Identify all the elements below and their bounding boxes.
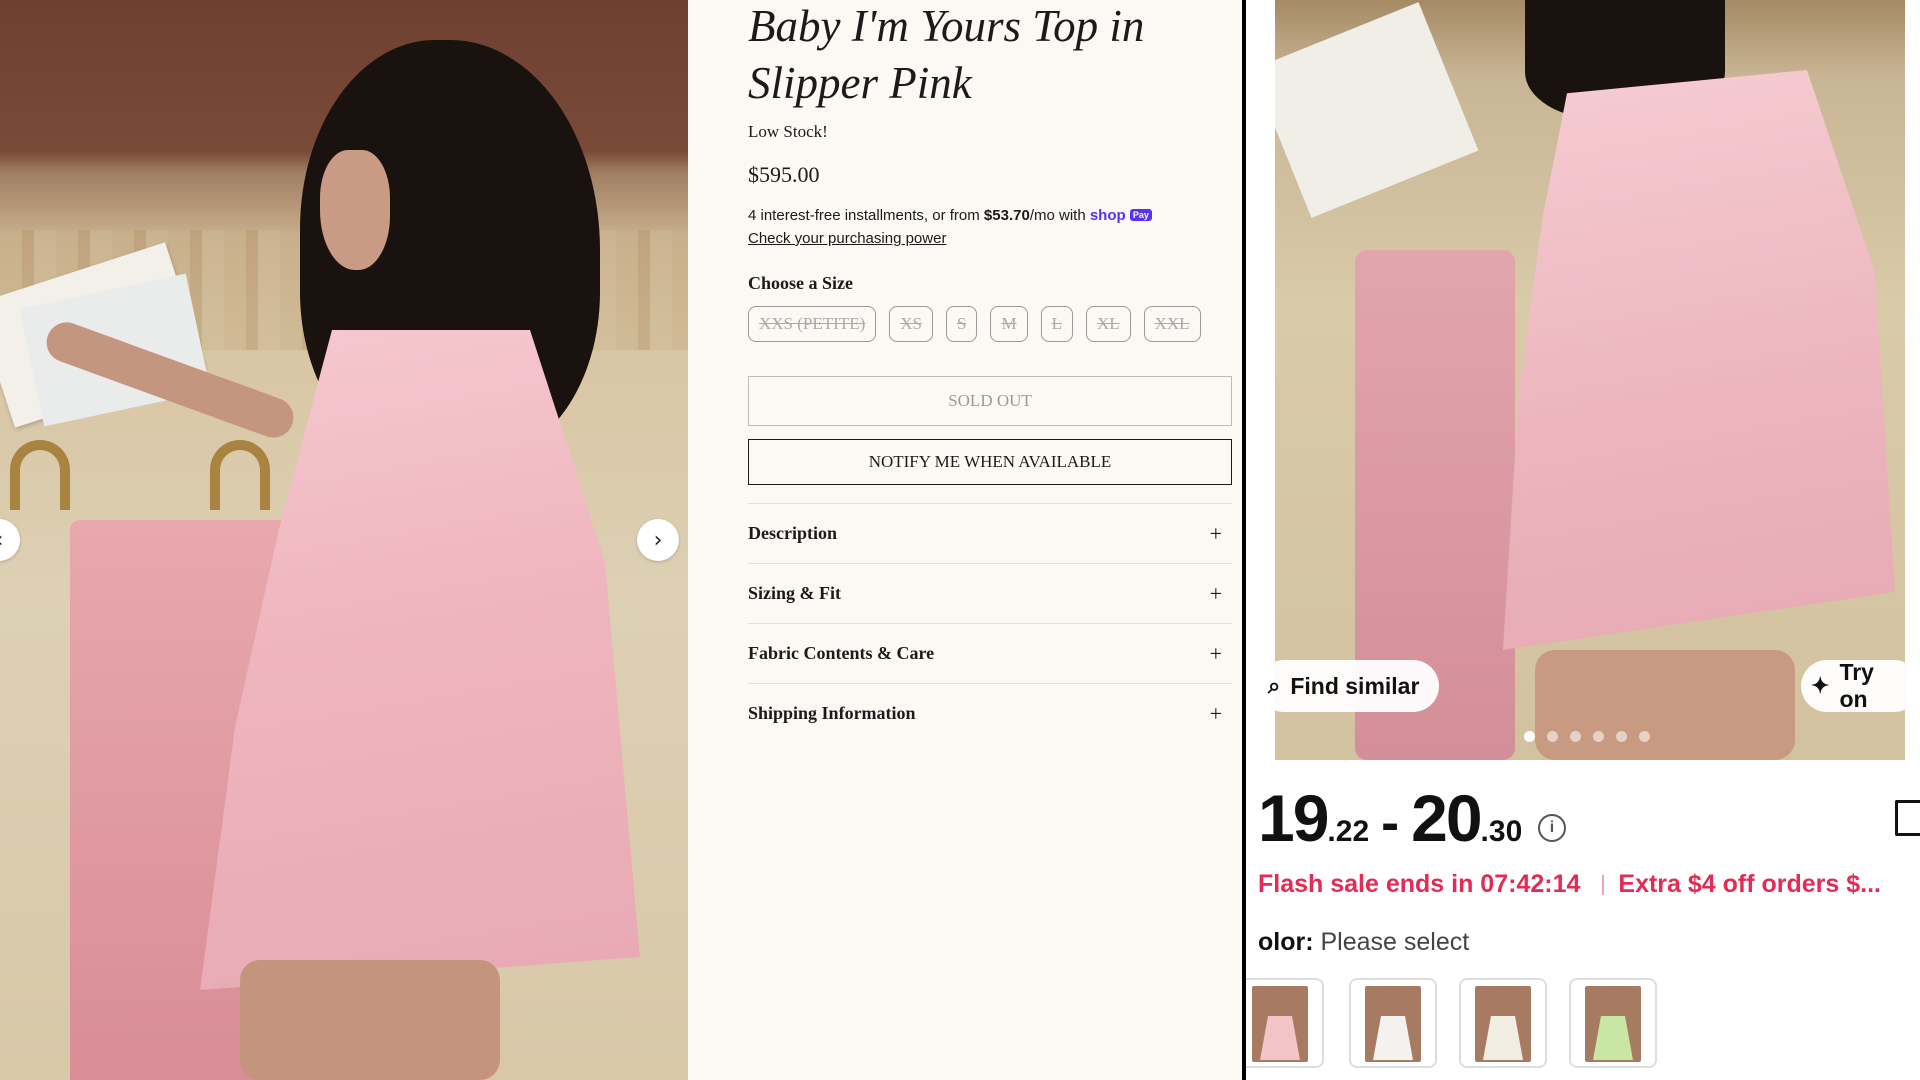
accordion-shipping[interactable]: Shipping Information + [748, 683, 1232, 743]
product-price: $595.00 [748, 162, 820, 187]
shop-brand: shop [1089, 207, 1126, 224]
accordion-label: Description [748, 523, 837, 543]
pink-top [1503, 70, 1895, 650]
plus-icon: + [1209, 520, 1222, 546]
color-value: Please select [1320, 928, 1470, 956]
purchasing-power-link[interactable]: Check your purchasing power [748, 230, 946, 247]
product-info-panel: Baby I'm Yours Top in Slipper Pink Low S… [688, 0, 1242, 1080]
color-swatch[interactable] [1246, 978, 1324, 1068]
size-option[interactable]: XXL [1143, 306, 1201, 342]
model-face [320, 150, 390, 270]
swatch-image [1585, 986, 1641, 1062]
color-swatch[interactable] [1459, 978, 1547, 1068]
letters-prop [1275, 2, 1479, 218]
gallery-next-button[interactable]: › [637, 519, 679, 561]
ai-try-on-icon: ✦ [1811, 673, 1830, 698]
price-high-dec: .30 [1480, 815, 1523, 848]
swatch-image [1252, 986, 1308, 1062]
size-option[interactable]: S [945, 306, 978, 342]
notify-button[interactable]: NOTIFY ME WHEN AVAILABLE [748, 439, 1232, 485]
size-option[interactable]: XS [889, 306, 933, 342]
installments-text: 4 interest-free installments, or from $5… [748, 207, 1152, 224]
plus-icon: + [1209, 700, 1222, 726]
stock-status: Low Stock! [748, 122, 828, 141]
promo-banner[interactable]: Flash sale ends in 07:42:14 Extra $4 off… [1258, 870, 1881, 899]
color-swatch[interactable] [1349, 978, 1437, 1068]
carousel-dots [1524, 731, 1650, 742]
towel-hook [10, 440, 70, 510]
try-on-label: Try on [1839, 659, 1874, 712]
try-on-button[interactable]: ✦ Try on [1801, 659, 1920, 712]
plus-icon: + [1209, 580, 1222, 606]
chevron-left-icon: ‹ [0, 528, 3, 553]
price-high-int: 20 [1411, 781, 1482, 855]
accordion-label: Sizing & Fit [748, 583, 841, 603]
promo-separator [1602, 874, 1605, 895]
installments-amount: $53.70 [983, 207, 1030, 224]
size-label: Choose a Size [748, 273, 853, 293]
size-option[interactable]: XXS (PETITE) [748, 306, 877, 342]
chevron-right-icon: › [653, 527, 663, 553]
color-swatch[interactable] [1569, 978, 1657, 1068]
price-low-int: 19 [1258, 781, 1329, 855]
shop-pay-logo: shop Pay [1090, 207, 1152, 224]
accordion-label: Fabric Contents & Care [748, 643, 935, 663]
accordion-label: Shipping Information [748, 703, 916, 723]
installments-prefix: 4 interest-free installments, or from [748, 207, 980, 224]
scan-search-icon: ⌕ [1268, 673, 1281, 698]
info-icon[interactable]: i [1538, 814, 1566, 842]
sold-out-button[interactable]: SOLD OUT [748, 376, 1232, 426]
size-options: XXS (PETITE) XS S M L XL XXL [748, 306, 1201, 342]
flash-sale-text: Flash sale ends in 07:42:14 [1258, 870, 1581, 898]
carousel-dot[interactable] [1616, 731, 1627, 742]
size-option[interactable]: L [1040, 306, 1073, 342]
product-title: Baby I'm Yours Top in Slipper Pink [748, 1, 1145, 108]
installments-suffix: /mo with [1029, 207, 1086, 224]
model-legs [240, 960, 500, 1080]
price-low-dec: .22 [1327, 815, 1370, 848]
size-option[interactable]: M [990, 306, 1028, 342]
size-option[interactable]: XL [1085, 306, 1131, 342]
gallery-prev-button[interactable]: ‹ [0, 519, 20, 561]
accordion-fabric[interactable]: Fabric Contents & Care + [748, 623, 1232, 683]
color-label: olor: [1258, 928, 1314, 956]
swatch-image [1475, 986, 1531, 1062]
carousel-dot[interactable] [1524, 731, 1535, 742]
product-photo-main: ‹ › [0, 0, 688, 1080]
bookmark-icon[interactable] [1895, 800, 1920, 836]
extra-discount-text: Extra $4 off orders $... [1618, 870, 1881, 898]
carousel-dot[interactable] [1547, 731, 1558, 742]
carousel-dot[interactable] [1639, 731, 1650, 742]
find-similar-button[interactable]: ⌕ Find similar [1258, 660, 1440, 712]
find-similar-label: Find similar [1290, 672, 1420, 699]
color-swatches [1246, 978, 1920, 1080]
accordion-sizing[interactable]: Sizing & Fit + [748, 563, 1232, 623]
product-photo-app[interactable] [1275, 0, 1905, 760]
shopping-app-panel: ⌕ Find similar ✦ Try on 19.22 - 20.30 i … [1246, 0, 1920, 1080]
shop-pay-badge: Pay [1129, 209, 1152, 221]
color-selector-label: olor: Please select [1258, 928, 1469, 957]
accordion: Description + Sizing & Fit + Fabric Cont… [748, 503, 1232, 743]
accordion-description[interactable]: Description + [748, 503, 1232, 563]
swatch-image [1365, 986, 1421, 1062]
towel-hook [210, 440, 270, 510]
price-dash: - [1381, 793, 1400, 853]
plus-icon: + [1209, 640, 1222, 666]
price-range: 19.22 - 20.30 [1258, 780, 1522, 856]
carousel-dot[interactable] [1593, 731, 1604, 742]
carousel-dot[interactable] [1570, 731, 1581, 742]
model-legs [1535, 650, 1795, 760]
